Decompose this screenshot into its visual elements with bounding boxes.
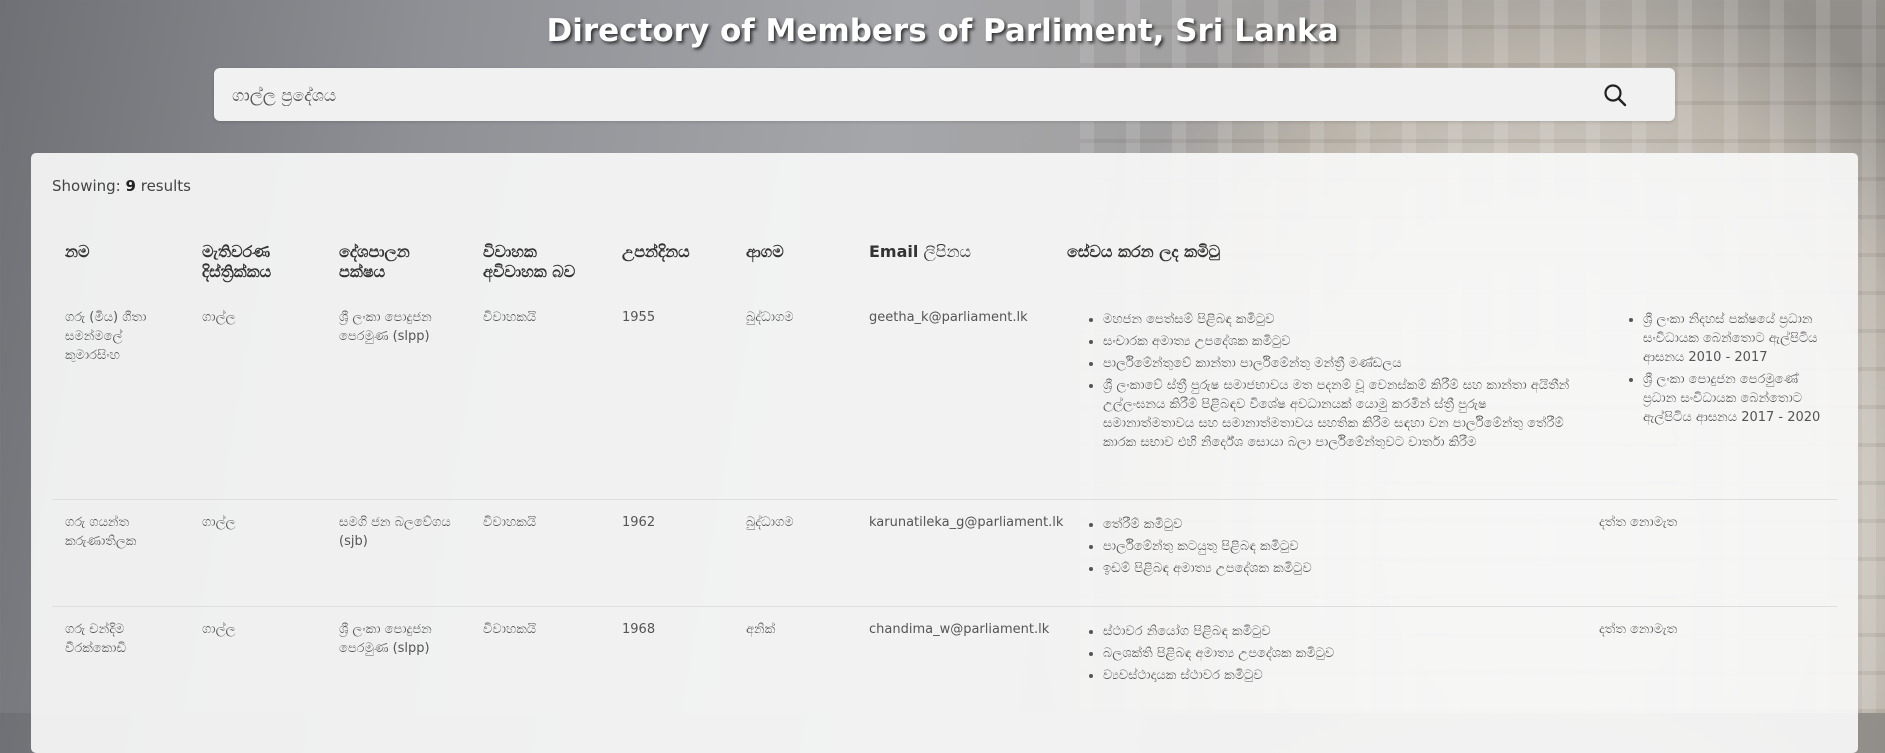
member-party: සමගි ජන බලවේගය (sjb): [339, 515, 451, 549]
member-marital-status: විවාහකයි: [483, 622, 537, 637]
list-item: ශ්‍රී ලංකා පොදුජන පෙරමුණේ ප්‍රධාන සංවිධා…: [1643, 370, 1831, 427]
list-item: ශ්‍රී ලංකා නිදහස් පක්ෂයේ ප්‍රධාන සංවිධාය…: [1643, 310, 1831, 367]
list-item: සංචාරක අමාත්‍ය උපදේශක කමිටුව: [1103, 332, 1571, 351]
member-name: ගරු (මිය) ගීතා සමන්මලේ කුමාරසිංහ: [65, 310, 147, 363]
list-item: ව්‍යවස්ථාදායක ස්ථාවර කමිටුව: [1103, 666, 1571, 685]
header-birthday: උපන්දිනය: [622, 242, 690, 261]
list-item: තේරීම් කමිටුව: [1103, 515, 1571, 534]
committee-list: මහජන පෙත්සම් පිළිබඳ කමිටුව සංචාරක අමාත්‍…: [1081, 310, 1571, 455]
list-item: බලශක්ති පිළිබඳ අමාත්‍ය උපදේශක කමිටුව: [1103, 644, 1571, 663]
header-marital-status: විවාහක අවිවාහක බව: [483, 242, 576, 281]
other-positions-empty: දත්ත නොමැත: [1599, 515, 1678, 530]
list-item: ස්ථාවර නියෝග පිළිබඳ කමිටුව: [1103, 622, 1571, 641]
list-item: පාර්ලිමේන්තු කටයුතු පිළිබඳ කමිටුව: [1103, 537, 1571, 556]
other-positions-empty: දත්ත නොමැත: [1599, 622, 1678, 637]
list-item: ශ්‍රී ලංකාවේ ස්ත්‍රී පුරුෂ සමාජභාවය මත ප…: [1103, 376, 1571, 452]
member-email[interactable]: chandima_w@parliament.lk: [869, 620, 1069, 639]
committee-list: තේරීම් කමිටුව පාර්ලිමේන්තු කටයුතු පිළිබඳ…: [1081, 515, 1571, 581]
member-religion: බුද්ධාගම: [746, 310, 794, 325]
row-divider: [52, 499, 1837, 500]
header-religion: ආගම: [746, 242, 784, 261]
member-email[interactable]: geetha_k@parliament.lk: [869, 308, 1069, 327]
member-district: ගාල්ල: [202, 515, 236, 530]
list-item: ඉඩම් පිළිබඳ අමාත්‍ය උපදේශක කමිටුව: [1103, 559, 1571, 578]
member-party: ශ්‍රී ලංකා පොදුජන පෙරමුණ (slpp): [339, 310, 432, 344]
member-birthday: 1955: [622, 310, 656, 325]
committee-list: ස්ථාවර නියෝග පිළිබඳ කමිටුව බලශක්ති පිළිබ…: [1081, 622, 1571, 688]
member-email[interactable]: karunatileka_g@parliament.lk: [869, 513, 1069, 532]
member-religion: බුද්ධාගම: [746, 515, 794, 530]
member-name: ගරු චන්දිම වීරක්කොඩි: [65, 622, 127, 656]
header-name: නම: [65, 242, 90, 261]
member-district: ගාල්ල: [202, 310, 236, 325]
member-party: ශ්‍රී ලංකා පොදුජන පෙරමුණ (slpp): [339, 622, 432, 656]
member-birthday: 1968: [622, 622, 656, 637]
member-name: ගරු ගයන්ත කරුණාතිලක: [65, 515, 137, 549]
page-title: Directory of Members of Parliment, Sri L…: [546, 13, 1339, 49]
list-item: මහජන පෙත්සම් පිළිබඳ කමිටුව: [1103, 310, 1571, 329]
member-marital-status: විවාහකයි: [483, 310, 537, 325]
member-religion: අනික්: [746, 622, 776, 637]
search-input[interactable]: [230, 68, 1604, 123]
member-district: ගාල්ල: [202, 622, 236, 637]
other-positions-list: ශ්‍රී ලංකා නිදහස් පක්ෂයේ ප්‍රධාන සංවිධාය…: [1621, 310, 1831, 430]
header-committees: සේවය කරන ලද කමිටු: [1067, 242, 1221, 261]
search-icon[interactable]: [1603, 83, 1627, 107]
header-party: දේශපාලන පක්ෂය: [339, 242, 410, 281]
header-email: Email ලිපිනය: [869, 242, 971, 261]
results-panel: Showing: 9 results නම මැතිවරණ දිස්ත්‍රික…: [31, 153, 1858, 753]
search-bar: [214, 68, 1675, 123]
header-district: මැතිවරණ දිස්ත්‍රික්කය: [202, 242, 272, 281]
member-marital-status: විවාහකයි: [483, 515, 537, 530]
results-count: Showing: 9 results: [52, 177, 191, 195]
row-divider: [52, 606, 1837, 607]
list-item: පාර්ලිමේන්තුවේ කාන්තා පාර්ලිමේන්තු මන්ත්…: [1103, 354, 1571, 373]
member-birthday: 1962: [622, 515, 656, 530]
